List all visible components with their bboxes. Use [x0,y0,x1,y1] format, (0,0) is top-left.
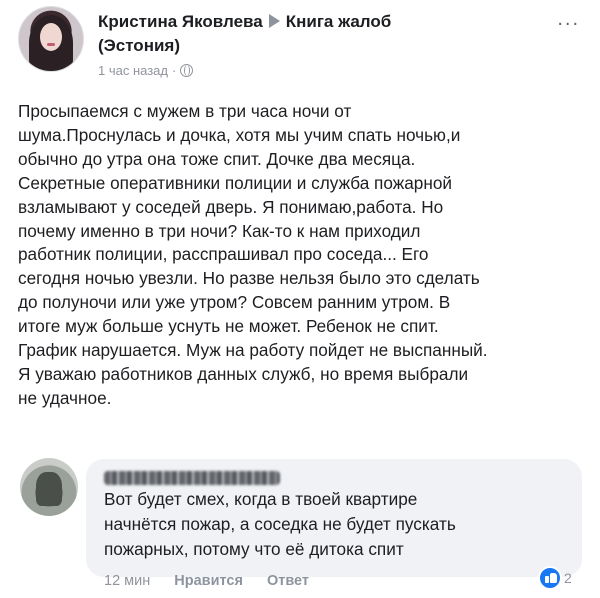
group-name-line2[interactable]: (Эстония) [98,34,391,58]
commenter-avatar[interactable] [20,458,78,516]
reply-button[interactable]: Ответ [267,573,309,589]
group-name-link[interactable]: Книга жалоб [286,12,392,31]
comment-actions: 12 мин Нравится Ответ [104,573,329,589]
comment-text: Вот будет смех, когда в твоей квартире н… [104,489,456,559]
meta-separator: · [172,63,177,78]
comment-reactions[interactable]: 2 [538,566,572,590]
author-avatar[interactable] [18,6,84,72]
avatar-face [40,23,62,51]
arrow-right-icon [268,14,280,28]
like-icon [538,566,562,590]
post-timestamp[interactable]: 1 час назад [98,63,168,78]
post-meta: 1 час назад · [98,63,194,78]
reaction-count: 2 [564,570,572,586]
avatar-lips [47,43,55,46]
avatar-figure [36,472,62,506]
post-header: Кристина Яковлева Книга жалоб (Эстония) 1… [18,6,588,86]
blurred-name-image [104,471,280,485]
commenter-name-blurred[interactable] [104,471,280,485]
globe-icon [180,64,194,77]
like-button[interactable]: Нравится [174,573,243,589]
author-name-link[interactable]: Кристина Яковлева [98,12,263,31]
more-options-button[interactable]: ... [557,9,580,29]
post-title: Кристина Яковлева Книга жалоб (Эстония) [98,10,391,58]
comment-timestamp[interactable]: 12 мин [104,573,150,589]
comment-bubble: Вот будет смех, когда в твоей квартире н… [86,459,582,577]
post-body: Просыпаемся с мужем в три часа ночи от ш… [18,101,488,408]
